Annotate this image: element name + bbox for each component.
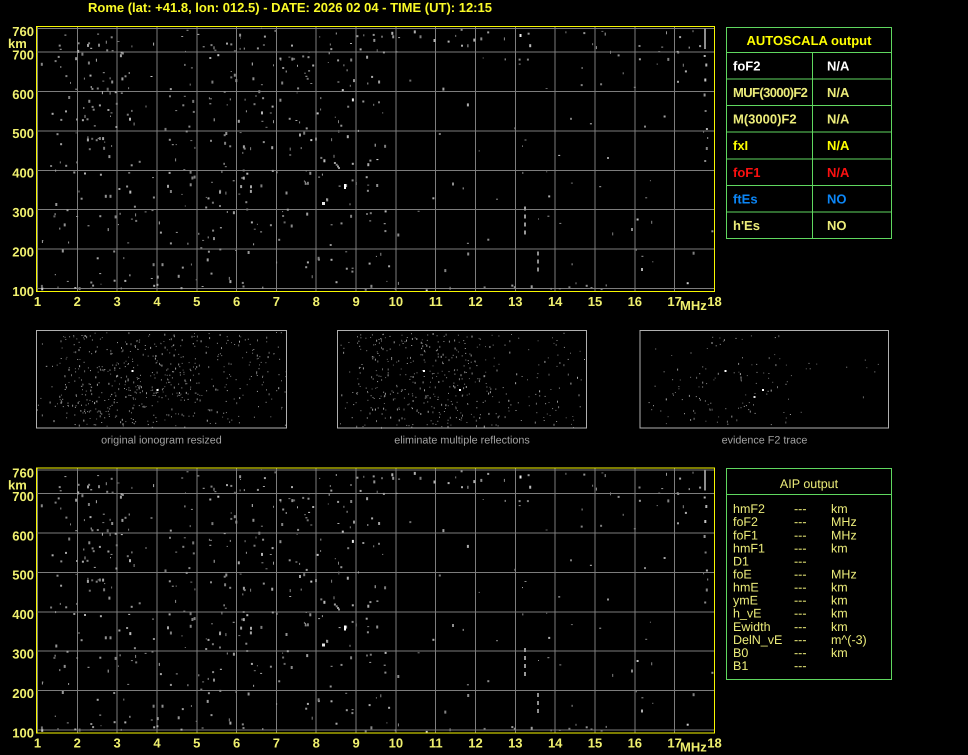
svg-text:N/A: N/A (827, 85, 850, 100)
svg-text:km: km (831, 607, 848, 621)
svg-text:hmE: hmE (733, 581, 759, 595)
svg-text:N/A: N/A (827, 112, 850, 127)
svg-text:N/A: N/A (827, 138, 850, 153)
svg-text:100: 100 (12, 284, 34, 299)
svg-text:foE: foE (733, 568, 752, 582)
svg-text:foF1: foF1 (733, 528, 758, 542)
svg-text:ymE: ymE (733, 594, 758, 608)
svg-text:1: 1 (34, 294, 41, 309)
svg-text:3: 3 (113, 294, 120, 309)
svg-text:B1: B1 (733, 659, 748, 673)
svg-text:---: --- (794, 528, 807, 542)
svg-text:D1: D1 (733, 554, 749, 568)
svg-text:km: km (831, 541, 848, 555)
svg-text:m^(-3): m^(-3) (831, 633, 867, 647)
svg-text:foF1: foF1 (733, 165, 760, 180)
svg-text:---: --- (794, 554, 807, 568)
svg-text:original ionogram resized: original ionogram resized (101, 435, 222, 447)
svg-text:km: km (831, 581, 848, 595)
svg-text:200: 200 (12, 244, 34, 259)
svg-text:NO: NO (827, 218, 847, 233)
svg-text:evidence F2 trace: evidence F2 trace (722, 435, 808, 447)
svg-text:500: 500 (12, 126, 34, 141)
svg-text:16: 16 (628, 294, 642, 309)
svg-text:km: km (831, 502, 848, 516)
svg-text:B0: B0 (733, 646, 748, 660)
svg-text:foF2: foF2 (733, 515, 758, 529)
svg-text:---: --- (794, 568, 807, 582)
svg-text:---: --- (794, 659, 807, 673)
svg-text:km: km (831, 646, 848, 660)
svg-text:MHz: MHz (680, 298, 707, 313)
svg-text:6: 6 (233, 294, 240, 309)
svg-text:M(3000)F2: M(3000)F2 (733, 112, 797, 127)
svg-text:NO: NO (827, 191, 847, 206)
svg-text:h'Es: h'Es (733, 218, 760, 233)
svg-text:foF2: foF2 (733, 59, 760, 74)
svg-text:---: --- (794, 633, 807, 647)
svg-text:---: --- (794, 541, 807, 555)
svg-text:km: km (831, 620, 848, 634)
svg-text:h_vE: h_vE (733, 607, 762, 621)
svg-text:7: 7 (273, 294, 280, 309)
svg-text:MHz: MHz (831, 568, 857, 582)
svg-text:AUTOSCALA output: AUTOSCALA output (747, 33, 873, 48)
svg-text:300: 300 (12, 205, 34, 220)
svg-text:eliminate multiple reflections: eliminate multiple reflections (394, 435, 530, 447)
svg-text:12: 12 (468, 294, 482, 309)
svg-text:MUF(3000)F2: MUF(3000)F2 (733, 85, 808, 100)
svg-text:2: 2 (74, 294, 81, 309)
svg-text:14: 14 (548, 294, 563, 309)
svg-text:---: --- (794, 607, 807, 621)
svg-text:600: 600 (12, 87, 34, 102)
svg-text:MHz: MHz (831, 515, 857, 529)
svg-text:Rome (lat: +41.8, lon: 012.5): Rome (lat: +41.8, lon: 012.5) - DATE: 20… (88, 0, 492, 15)
svg-text:km: km (8, 36, 27, 51)
svg-text:10: 10 (389, 294, 403, 309)
svg-text:hmF2: hmF2 (733, 502, 765, 516)
svg-text:---: --- (794, 620, 807, 634)
svg-text:8: 8 (313, 294, 320, 309)
svg-text:---: --- (794, 515, 807, 529)
svg-text:MHz: MHz (831, 528, 857, 542)
svg-text:hmF1: hmF1 (733, 541, 765, 555)
svg-text:4: 4 (153, 294, 161, 309)
svg-text:400: 400 (12, 166, 34, 181)
svg-text:DelN_vE: DelN_vE (733, 633, 782, 647)
svg-text:---: --- (794, 502, 807, 516)
svg-text:---: --- (794, 594, 807, 608)
svg-text:N/A: N/A (827, 165, 850, 180)
svg-text:AIP output: AIP output (780, 477, 839, 491)
svg-text:5: 5 (193, 294, 200, 309)
svg-text:13: 13 (508, 294, 522, 309)
svg-text:N/A: N/A (827, 59, 850, 74)
svg-text:Ewidth: Ewidth (733, 620, 771, 634)
svg-text:9: 9 (352, 294, 359, 309)
svg-text:18: 18 (707, 294, 721, 309)
svg-text:ftEs: ftEs (733, 191, 758, 206)
svg-text:11: 11 (429, 294, 443, 309)
svg-text:km: km (831, 594, 848, 608)
svg-text:15: 15 (588, 294, 602, 309)
svg-text:---: --- (794, 581, 807, 595)
svg-text:fxI: fxI (733, 138, 748, 153)
svg-text:---: --- (794, 646, 807, 660)
